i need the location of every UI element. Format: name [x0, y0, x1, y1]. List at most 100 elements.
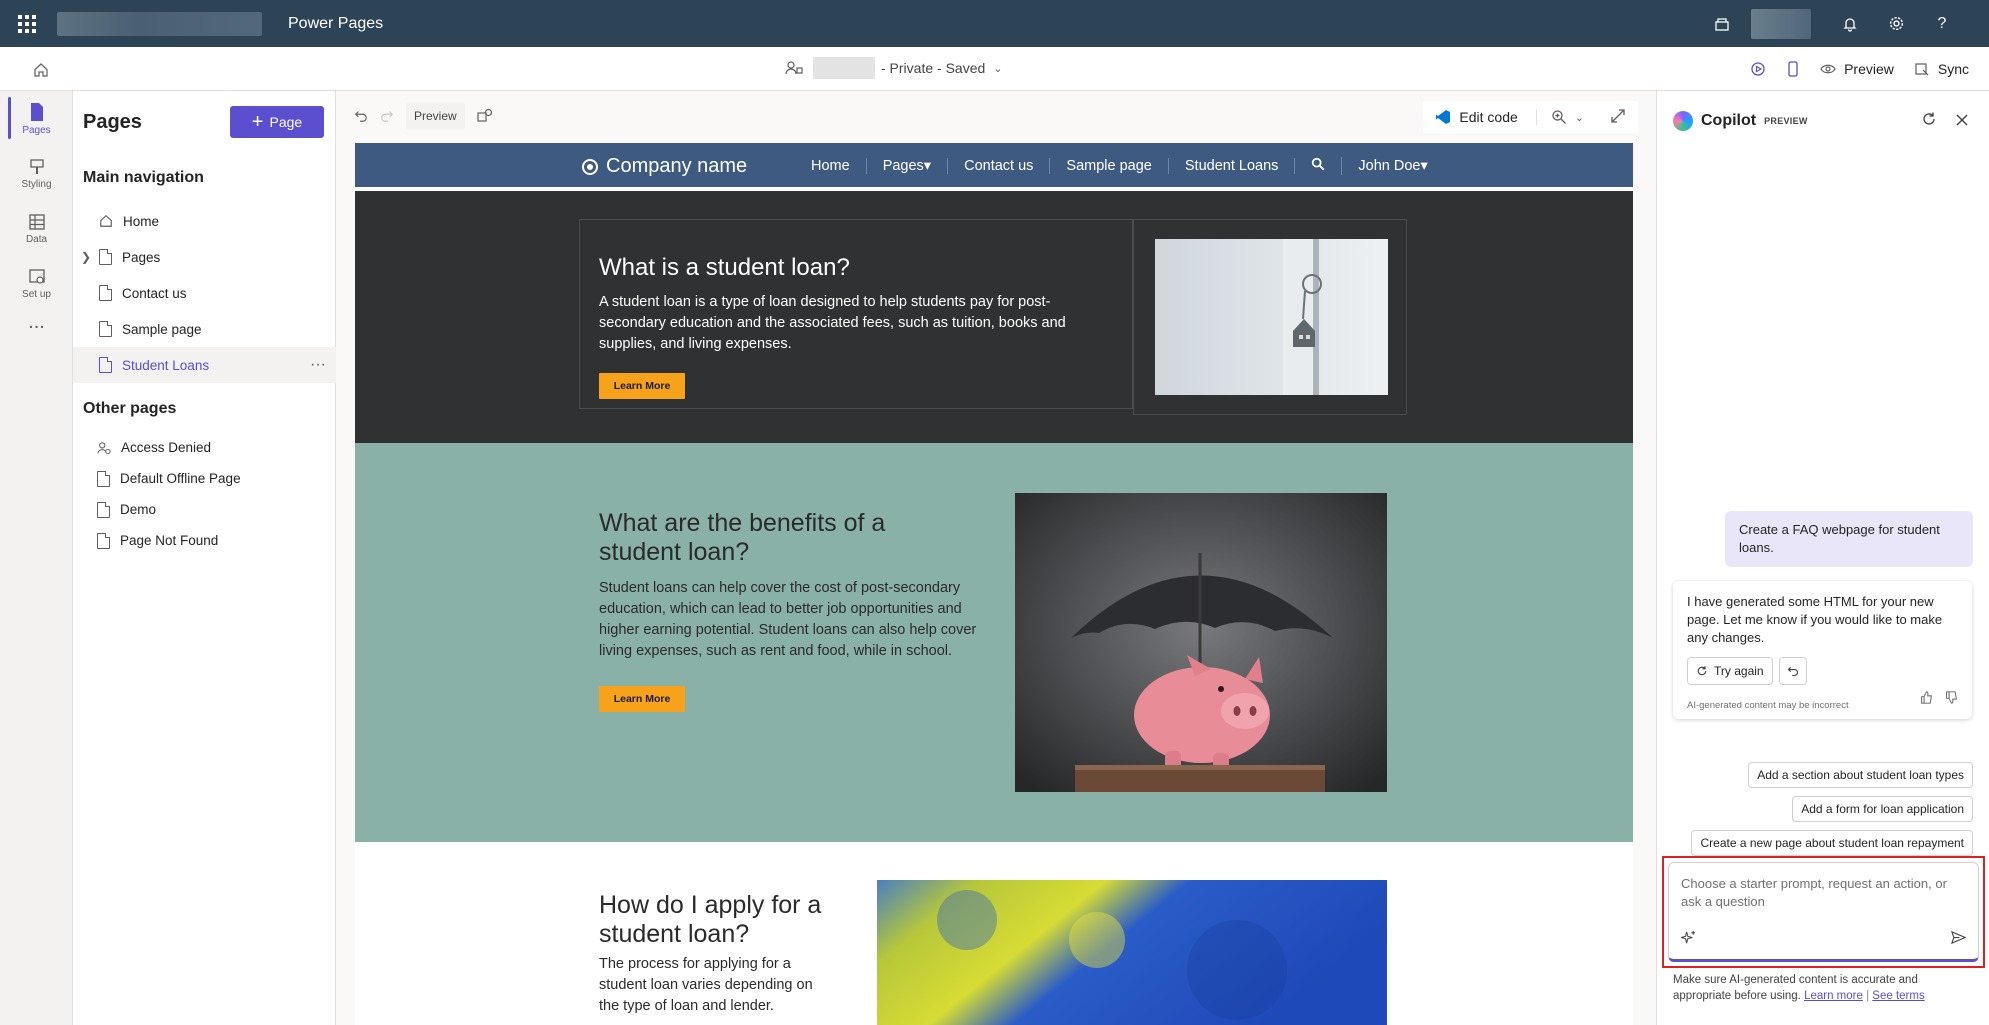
site-brand[interactable]: Company name [582, 155, 747, 178]
nav-item-contact-us[interactable]: Contact us [73, 275, 336, 311]
other-page-demo[interactable]: Demo [73, 494, 336, 525]
rail-item-styling[interactable]: Styling [0, 146, 73, 201]
edit-code-button[interactable]: Edit code [1435, 109, 1518, 125]
site-link-pages[interactable]: Pages▾ [867, 158, 949, 174]
page-icon [99, 249, 112, 265]
sync-button[interactable]: Sync [1914, 61, 1969, 77]
site-link-sample-page[interactable]: Sample page [1050, 158, 1169, 174]
site-link-contact-us[interactable]: Contact us [948, 158, 1051, 174]
page-icon [99, 321, 112, 337]
zoom-dropdown[interactable]: ⌄ [1535, 109, 1584, 125]
rail-label-styling: Styling [21, 178, 52, 190]
copilot-prompt-input[interactable]: Choose a starter prompt, request an acti… [1668, 862, 1979, 962]
home-icon[interactable] [28, 57, 54, 83]
rail-item-setup[interactable]: Set up [0, 256, 73, 311]
rail-item-data[interactable]: Data [0, 201, 73, 256]
connect-icon[interactable] [477, 103, 493, 129]
waffle-icon[interactable] [0, 0, 54, 47]
other-pages-list: Access Denied Default Offline Page Demo … [73, 432, 336, 556]
command-bar: - Private - Saved ⌄ Preview Sync [0, 47, 1989, 91]
bell-icon[interactable] [1827, 0, 1873, 47]
preview-label: Preview [1844, 61, 1894, 77]
redo-icon[interactable] [380, 103, 394, 129]
access-denied-icon [97, 441, 111, 455]
try-again-label: Try again [1714, 664, 1764, 678]
site-name-redacted [813, 57, 875, 79]
thumbs-down-icon[interactable] [1945, 691, 1958, 709]
other-page-not-found[interactable]: Page Not Found [73, 525, 336, 556]
house-key-image [1155, 239, 1388, 395]
learn-more-link[interactable]: Learn more [1804, 990, 1863, 1002]
chevron-right-icon[interactable]: ❯ [81, 250, 99, 264]
footer-divider: | [1866, 990, 1870, 1002]
run-icon[interactable] [1750, 61, 1766, 77]
see-terms-link[interactable]: See terms [1872, 990, 1924, 1002]
gear-icon[interactable] [1873, 0, 1919, 47]
nav-item-label: Sample page [122, 321, 202, 337]
suggestion-loan-application-form[interactable]: Add a form for loan application [1792, 796, 1973, 822]
piggy-bank-umbrella-image [1015, 493, 1387, 792]
setup-icon [28, 268, 45, 284]
help-icon[interactable]: ? [1919, 0, 1965, 47]
other-pages-heading: Other pages [83, 400, 177, 417]
main-navigation-list: Home ❯ Pages Contact us Sample page Stud… [73, 203, 336, 383]
copilot-header: Copilot PREVIEW [1673, 111, 1808, 131]
app-title: Power Pages [288, 14, 384, 32]
expand-icon[interactable] [1610, 108, 1626, 127]
rail-label-data: Data [25, 233, 48, 245]
add-page-button[interactable]: + Page [230, 106, 324, 138]
brand-logo-icon [582, 158, 598, 175]
data-icon [28, 213, 45, 230]
more-icon[interactable]: ... [0, 311, 73, 351]
rail-item-pages[interactable]: Pages [0, 91, 73, 146]
mobile-preview-icon[interactable] [1786, 61, 1800, 77]
preview-button[interactable]: Preview [1820, 61, 1894, 77]
nav-item-student-loans[interactable]: Student Loans ··· [73, 347, 336, 383]
site-visibility-icon [785, 61, 803, 75]
home-icon [99, 214, 113, 228]
try-again-button[interactable]: Try again [1687, 657, 1773, 685]
refresh-icon[interactable] [1921, 111, 1937, 132]
nav-item-home[interactable]: Home [73, 203, 336, 239]
site-link-user-menu[interactable]: John Doe▾ [1342, 158, 1443, 174]
other-page-label: Page Not Found [120, 533, 219, 548]
copilot-input-highlight: Choose a starter prompt, request an acti… [1662, 856, 1985, 968]
nav-item-sample-page[interactable]: Sample page [73, 311, 336, 347]
thumbs-up-icon[interactable] [1920, 691, 1933, 709]
page-icon [99, 357, 112, 373]
other-page-default-offline[interactable]: Default Offline Page [73, 463, 336, 494]
undo-response-button[interactable] [1778, 657, 1807, 685]
environment-icon[interactable] [1699, 0, 1745, 47]
undo-icon[interactable] [354, 103, 368, 129]
site-search-icon[interactable] [1295, 157, 1343, 175]
section1-learn-more-button[interactable]: Learn More [599, 373, 685, 399]
other-page-label: Access Denied [121, 440, 212, 455]
nav-item-pages[interactable]: ❯ Pages [73, 239, 336, 275]
more-options-icon[interactable]: ··· [310, 356, 326, 374]
other-page-label: Default Offline Page [120, 471, 241, 486]
canvas-toolbar-right: Edit code ⌄ [1423, 101, 1638, 133]
sync-label: Sync [1937, 61, 1969, 77]
suggestion-loan-types[interactable]: Add a section about student loan types [1748, 762, 1973, 788]
pages-panel-title: Pages [83, 111, 142, 133]
copilot-title: Copilot [1701, 112, 1757, 129]
section3-body: The process for applying for a student l… [599, 956, 813, 1014]
site-link-home[interactable]: Home [795, 158, 867, 174]
plus-icon: + [251, 111, 264, 133]
site-link-student-loans[interactable]: Student Loans [1169, 158, 1296, 174]
canvas-toolbar: Preview [354, 103, 493, 129]
vscode-icon [1435, 109, 1451, 125]
close-icon[interactable] [1955, 111, 1969, 132]
suggestion-loan-repayment-page[interactable]: Create a new page about student loan rep… [1691, 830, 1973, 856]
section2-learn-more-button[interactable]: Learn More [599, 686, 685, 712]
site-status-dropdown[interactable]: - Private - Saved ⌄ [785, 57, 1002, 79]
send-icon[interactable] [1951, 930, 1967, 949]
copilot-response-text: I have generated some HTML for your new … [1687, 594, 1943, 645]
other-page-access-denied[interactable]: Access Denied [73, 432, 336, 463]
page-icon [97, 470, 110, 487]
canvas-preview-button[interactable]: Preview [406, 103, 465, 129]
copilot-panel: Copilot PREVIEW Create a FAQ webpage for… [1656, 91, 1989, 1025]
chevron-down-icon: ⌄ [1574, 111, 1584, 124]
site-preview: Company name Home Pages▾ Contact us Samp… [355, 143, 1633, 1025]
sparkle-prompt-icon[interactable] [1680, 930, 1696, 949]
